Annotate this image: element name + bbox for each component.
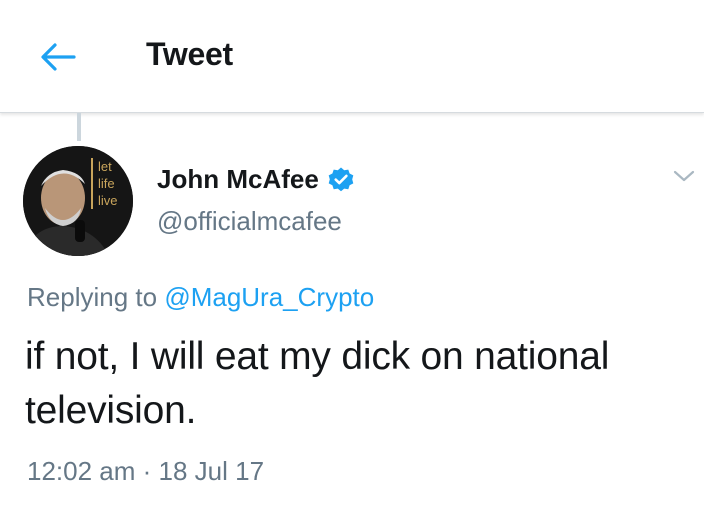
replying-to: Replying to @MagUra_Crypto	[27, 282, 374, 313]
author-name-row: John McAfee	[157, 164, 355, 195]
back-button[interactable]	[38, 40, 78, 74]
tweet-menu-button[interactable]	[672, 166, 696, 186]
tweet-text: if not, I will eat my dick on national t…	[25, 335, 610, 432]
verified-badge-icon	[327, 166, 355, 194]
avatar-overlay-text: let life live	[91, 158, 118, 209]
thread-connector	[77, 113, 81, 141]
author-display-name[interactable]: John McAfee	[157, 164, 319, 195]
replying-to-handle-link[interactable]: @MagUra_Crypto	[164, 282, 374, 312]
tweet-timestamp: 12:02 am · 18 Jul 17	[27, 456, 265, 486]
top-app-bar: Tweet	[0, 0, 704, 113]
arrow-left-icon	[41, 43, 76, 71]
page-title: Tweet	[146, 36, 233, 72]
replying-to-prefix: Replying to	[27, 282, 165, 312]
chevron-down-icon	[673, 170, 695, 182]
avatar[interactable]: let life live	[23, 146, 133, 256]
author-handle[interactable]: @officialmcafee	[157, 206, 342, 237]
